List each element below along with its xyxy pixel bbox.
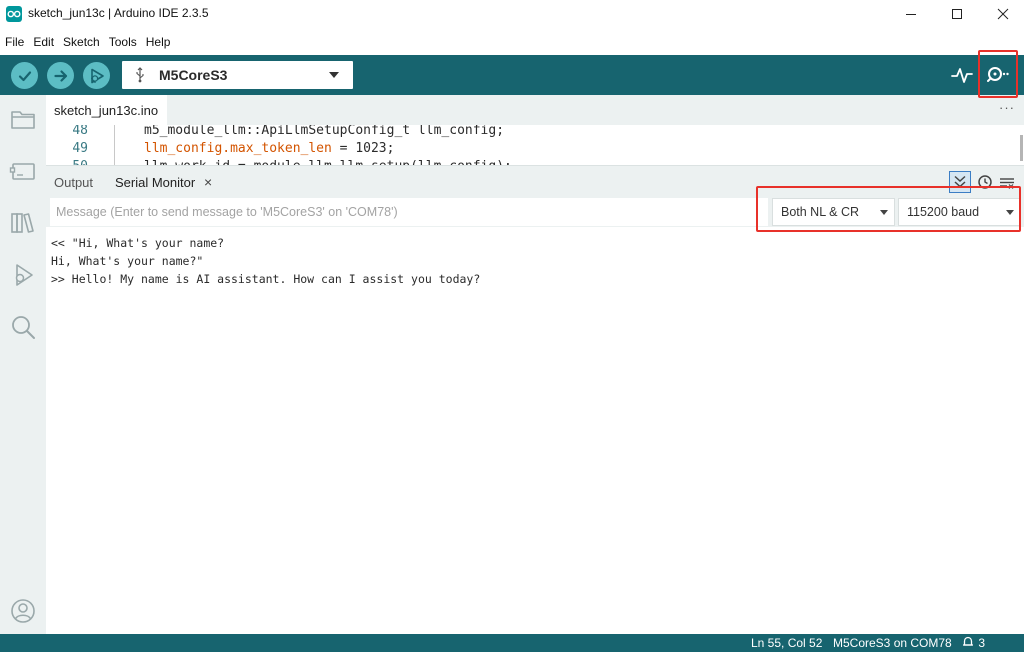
- code-identifier: llm_config.max_token_len: [144, 141, 332, 156]
- editor-tab-strip: sketch_jun13c.ino ···: [46, 95, 1024, 125]
- arrow-right-icon: [53, 69, 67, 82]
- serial-line: << "Hi, What's your name?: [51, 236, 225, 250]
- menu-help[interactable]: Help: [146, 35, 171, 49]
- bell-icon: [963, 636, 973, 646]
- menu-edit[interactable]: Edit: [33, 35, 54, 49]
- chevron-down-icon: [1006, 210, 1014, 215]
- board-name: M5CoreS3: [159, 67, 228, 83]
- serial-monitor-button[interactable]: [984, 63, 1012, 87]
- verify-button[interactable]: [11, 62, 38, 89]
- arduino-logo-icon: [6, 6, 22, 22]
- serial-output[interactable]: << "Hi, What's your name? Hi, What's you…: [46, 227, 1024, 634]
- serial-plotter-button[interactable]: [950, 65, 974, 85]
- baud-rate-select[interactable]: 115200 baud: [898, 198, 1020, 226]
- code-punct: ;: [386, 141, 395, 156]
- title-bar: sketch_jun13c | Arduino IDE 2.3.5: [0, 0, 1024, 28]
- code-text: llm_work_id = module_llm.llm.setup(llm_c…: [144, 157, 512, 165]
- line-ending-select[interactable]: Both NL & CR: [772, 198, 895, 226]
- menu-tools[interactable]: Tools: [109, 35, 137, 49]
- line-number: 48: [72, 125, 88, 138]
- code-editor[interactable]: 48 m5_module_llm::ApiLlmSetupConfig_t ll…: [46, 125, 1024, 165]
- debug-button[interactable]: [83, 62, 110, 89]
- search-icon[interactable]: [9, 313, 37, 341]
- debug-icon[interactable]: [9, 261, 37, 289]
- line-ending-value: Both NL & CR: [781, 205, 860, 219]
- activity-bar: [0, 95, 46, 634]
- editor-tab-label: sketch_jun13c.ino: [54, 103, 159, 118]
- notification-count: 3: [978, 636, 986, 650]
- menu-sketch[interactable]: Sketch: [63, 35, 100, 49]
- code-text: llm_config.max_token_len = 1023;: [144, 139, 394, 158]
- board-selector[interactable]: M5CoreS3: [122, 61, 353, 89]
- board-port-status[interactable]: M5CoreS3 on COM78: [833, 636, 952, 650]
- minimize-button[interactable]: [888, 0, 934, 28]
- menu-bar: File Edit Sketch Tools Help: [0, 30, 1024, 54]
- usb-icon: [136, 67, 144, 83]
- boards-manager-icon[interactable]: [9, 157, 37, 185]
- serial-message-bar: Both NL & CR 115200 baud: [46, 197, 1024, 227]
- library-manager-icon[interactable]: [9, 209, 37, 237]
- serial-message-input[interactable]: [50, 198, 768, 226]
- code-line: 48 m5_module_llm::ApiLlmSetupConfig_t ll…: [46, 125, 1016, 140]
- tab-serial-monitor[interactable]: Serial Monitor: [115, 175, 195, 190]
- indent-guide: [114, 125, 115, 140]
- line-number: 50: [46, 157, 88, 165]
- code-text: m5_module_llm::ApiLlmSetupConfig_t llm_c…: [144, 125, 505, 138]
- serial-line: >> Hello! My name is AI assistant. How c…: [51, 272, 481, 286]
- chevron-down-icon: [329, 72, 339, 78]
- close-serial-monitor-button[interactable]: ×: [204, 174, 212, 190]
- code-number: 1023: [355, 141, 387, 156]
- pulse-icon: [951, 68, 973, 83]
- serial-line: Hi, What's your name?": [51, 254, 204, 268]
- maximize-button[interactable]: [934, 0, 980, 28]
- clock-icon: [978, 175, 992, 189]
- sketchbook-folder-icon[interactable]: [9, 105, 37, 133]
- serial-monitor-icon: [987, 67, 1009, 82]
- editor-tab-sketch[interactable]: sketch_jun13c.ino: [46, 95, 167, 125]
- autoscroll-toggle[interactable]: [949, 171, 971, 193]
- cursor-position[interactable]: Ln 55, Col 52: [751, 636, 822, 650]
- clear-output-button[interactable]: [996, 171, 1018, 193]
- indent-guide: [114, 139, 115, 158]
- code-line: 50 llm_work_id = module_llm.llm.setup(ll…: [46, 157, 1016, 165]
- notifications-button[interactable]: 3: [962, 636, 985, 650]
- clear-list-icon: [1000, 178, 1014, 189]
- timestamp-toggle[interactable]: [974, 171, 996, 193]
- toolbar: M5CoreS3: [0, 55, 1024, 95]
- more-actions-button[interactable]: ···: [999, 100, 1015, 115]
- editor-scrollbar[interactable]: [1020, 135, 1023, 161]
- indent-guide: [114, 157, 115, 165]
- checkmark-icon: [18, 70, 31, 81]
- window-title: sketch_jun13c | Arduino IDE 2.3.5: [28, 6, 209, 20]
- tab-output[interactable]: Output: [54, 175, 93, 190]
- baud-rate-value: 115200 baud: [907, 205, 980, 219]
- double-chevron-down-icon: [949, 171, 971, 193]
- upload-button[interactable]: [47, 62, 74, 89]
- chevron-down-icon: [880, 210, 888, 215]
- bottom-panel-tabs: Output Serial Monitor ×: [46, 165, 1024, 197]
- line-number: 49: [72, 141, 88, 156]
- close-window-button[interactable]: [980, 0, 1024, 28]
- status-bar: Ln 55, Col 52 M5CoreS3 on COM78 3: [0, 634, 1024, 652]
- debug-icon: [90, 68, 104, 83]
- account-icon[interactable]: [9, 597, 37, 625]
- menu-file[interactable]: File: [5, 35, 24, 49]
- code-line: 49 llm_config.max_token_len = 1023;: [46, 139, 1016, 158]
- code-operator: =: [331, 141, 356, 156]
